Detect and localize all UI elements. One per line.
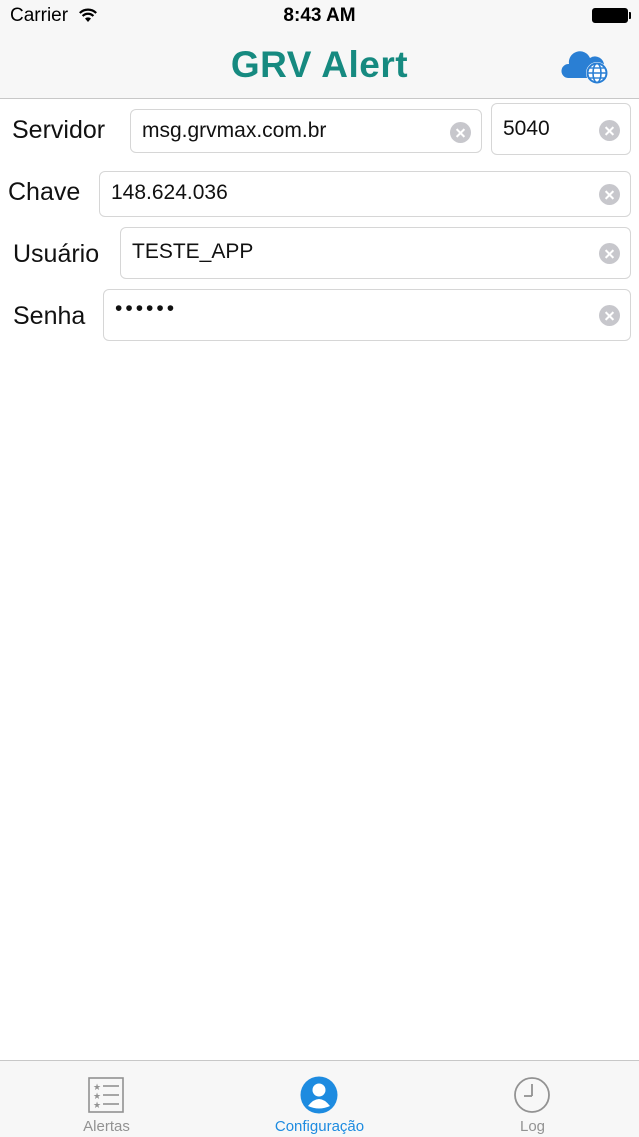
- server-host-field[interactable]: msg.grvmax.com.br: [130, 109, 482, 153]
- tab-log-label: Log: [519, 1118, 546, 1135]
- user-field[interactable]: TESTE_APP: [120, 227, 631, 279]
- usuario-label: Usuário: [13, 240, 100, 268]
- password-field[interactable]: ••••••: [103, 289, 631, 341]
- clear-server-port-icon[interactable]: [599, 120, 620, 141]
- page-title: GRV Alert: [230, 44, 409, 85]
- navigation-bar: GRV Alert: [0, 32, 639, 99]
- key-field[interactable]: 148.624.036: [99, 171, 631, 217]
- chave-label: Chave: [8, 178, 81, 206]
- clock-icon: [513, 1076, 551, 1114]
- svg-text:★: ★: [93, 1101, 101, 1111]
- tab-log[interactable]: Log: [426, 1061, 639, 1137]
- password-value: ••••••: [115, 297, 178, 320]
- server-port-field[interactable]: 5040: [491, 103, 631, 155]
- tab-configuracao-label: Configuração: [274, 1118, 365, 1135]
- clear-password-icon[interactable]: [599, 305, 620, 326]
- status-bar: Carrier 8:43 AM: [0, 0, 639, 32]
- cloud-globe-icon[interactable]: [560, 44, 612, 86]
- clear-server-host-icon[interactable]: [450, 122, 471, 143]
- tab-bar: ★ ★ ★ Alertas Configuração Log: [0, 1060, 639, 1137]
- key-value: 148.624.036: [111, 181, 228, 204]
- battery-icon: [592, 8, 631, 23]
- tab-alertas[interactable]: ★ ★ ★ Alertas: [0, 1061, 213, 1137]
- tab-configuracao[interactable]: Configuração: [213, 1061, 426, 1137]
- server-host-value: msg.grvmax.com.br: [142, 119, 327, 142]
- list-icon: ★ ★ ★: [87, 1076, 125, 1114]
- user-value: TESTE_APP: [132, 240, 254, 263]
- tab-alertas-label: Alertas: [83, 1118, 130, 1135]
- server-port-value: 5040: [503, 117, 550, 140]
- senha-label: Senha: [13, 302, 86, 330]
- person-icon: [300, 1076, 338, 1114]
- clear-key-icon[interactable]: [599, 184, 620, 205]
- clear-user-icon[interactable]: [599, 243, 620, 264]
- servidor-label: Servidor: [12, 116, 106, 144]
- clock-time: 8:43 AM: [283, 5, 356, 26]
